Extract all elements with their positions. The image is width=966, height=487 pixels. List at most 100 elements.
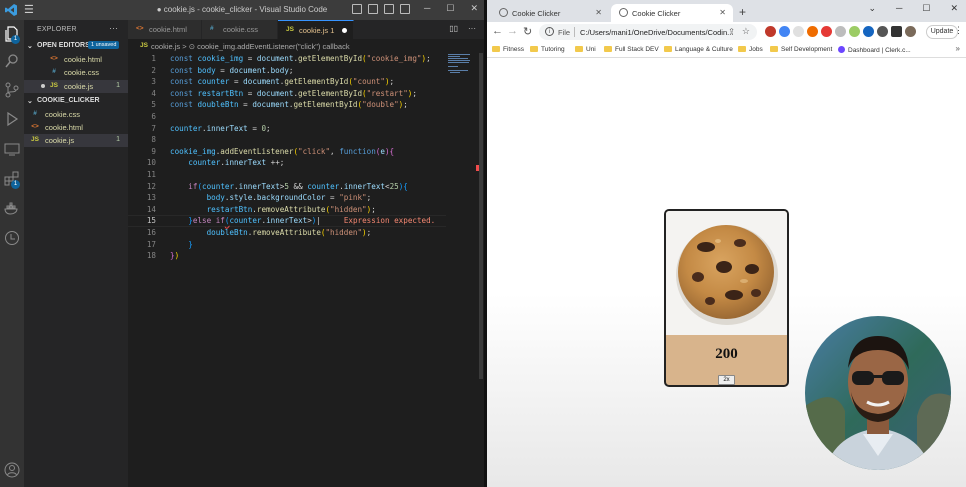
code-line: counter.innerText ++; (188, 158, 285, 168)
timeline-icon[interactable] (4, 230, 20, 246)
open-editor-item[interactable]: <> cookie.html (24, 53, 128, 66)
open-editor-item[interactable]: # cookie.css (24, 66, 128, 79)
webcam-overlay (805, 316, 951, 470)
bookmark-folder[interactable]: Language & Culture (664, 46, 733, 53)
toggle-sidebar-icon[interactable] (352, 4, 362, 14)
open-editor-item-active[interactable]: JS cookie.js 1 (24, 80, 128, 93)
extension-icon[interactable] (821, 26, 832, 37)
avatar[interactable] (905, 26, 916, 37)
folder-icon (738, 46, 746, 52)
extension-icon[interactable] (807, 26, 818, 37)
tab-cookie-js[interactable]: JS cookie.js 1 (278, 20, 354, 39)
vscode-window: ☰ ● cookie.js - cookie_clicker - Visual … (0, 0, 484, 487)
bookmark-folder[interactable]: Tutoring (530, 46, 565, 53)
share-icon[interactable]: ⇪ (728, 27, 735, 36)
maximize-icon[interactable]: ☐ (922, 3, 930, 14)
extension-icon[interactable] (835, 26, 846, 37)
docker-icon[interactable] (4, 200, 20, 216)
code-line: counter.innerText = 0; (170, 123, 271, 133)
bookmark-star-icon[interactable]: ☆ (742, 26, 750, 37)
extension-icon[interactable] (793, 26, 804, 37)
line-number: 17 (146, 239, 156, 249)
bookmark-folder[interactable]: Jobs (738, 46, 763, 53)
line-number: 7 (151, 123, 156, 133)
explorer-badge: 1 (11, 35, 20, 44)
run-debug-icon[interactable] (4, 111, 20, 127)
close-icon[interactable]: ✕ (470, 3, 478, 14)
close-icon[interactable]: ✕ (950, 3, 958, 14)
folder-icon (770, 46, 778, 52)
extension-icon[interactable] (863, 26, 874, 37)
minimize-icon[interactable]: ─ (424, 3, 430, 14)
vscode-titlebar: ☰ ● cookie.js - cookie_clicker - Visual … (0, 0, 484, 20)
unsaved-badge: 1 unsaved (88, 41, 120, 49)
bookmarks-overflow-icon[interactable]: » (956, 44, 960, 53)
address-bar[interactable]: i File C:/Users/mani1/OneDrive/Documents… (539, 24, 757, 40)
cookie-image[interactable] (666, 211, 787, 335)
minimize-icon[interactable]: ─ (896, 3, 902, 14)
inline-error-message: Expression expected. (343, 216, 436, 226)
reload-icon[interactable]: ↻ (523, 25, 532, 38)
browser-tab[interactable]: Cookie Clicker ✕ (491, 4, 609, 22)
close-tab-icon[interactable]: ✕ (595, 8, 602, 17)
bookmark-folder[interactable]: Uni (575, 46, 596, 53)
more-actions-icon[interactable]: ··· (109, 23, 118, 33)
toggle-secondary-sidebar-icon[interactable] (384, 4, 394, 14)
editor-tabs: <> cookie.html # cookie.css JS cookie.js… (128, 20, 484, 39)
customize-layout-icon[interactable] (400, 4, 410, 14)
folder-section[interactable]: ⌄ COOKIE_CLICKER (24, 95, 128, 107)
close-tab-icon[interactable]: ✕ (719, 8, 726, 17)
code-line: restartBtn.removeAttribute("hidden"); (206, 204, 376, 214)
code-editor[interactable]: 1 const cookie_img = document.getElement… (128, 53, 484, 487)
more-actions-icon[interactable]: ··· (468, 24, 476, 33)
puzzle-icon[interactable] (877, 26, 888, 37)
double-button[interactable]: 2x (718, 375, 735, 385)
account-icon[interactable] (4, 462, 20, 478)
js-file-icon: JS (50, 82, 58, 89)
line-number: 4 (151, 88, 156, 98)
code-line: doubleBtn.removeAttribute("hidden"); (206, 228, 372, 237)
extension-icon[interactable] (849, 26, 860, 37)
sidepanel-icon[interactable] (891, 26, 902, 37)
unsaved-dot-icon (41, 84, 45, 88)
search-icon[interactable] (4, 53, 20, 69)
tab-cookie-css[interactable]: # cookie.css (202, 20, 278, 39)
unsaved-dot-icon[interactable] (342, 28, 347, 33)
folder-icon (492, 46, 500, 52)
source-control-icon[interactable] (4, 82, 20, 98)
file-item[interactable]: <> cookie.html (24, 121, 128, 134)
scrollbar-track[interactable] (479, 53, 483, 379)
line-number: 12 (146, 181, 156, 191)
toggle-panel-icon[interactable] (368, 4, 378, 14)
extension-icon[interactable] (765, 26, 776, 37)
browser-tab-active[interactable]: Cookie Clicker ✕ (611, 4, 733, 22)
line-number: 1 (151, 54, 156, 63)
breadcrumb-path[interactable]: cookie.js > ⊙ cookie_img.addEventListene… (151, 42, 350, 51)
line-number: 16 (146, 228, 156, 237)
file-item-active[interactable]: JS cookie.js 1 (24, 134, 128, 147)
chevron-down-icon[interactable]: ⌄ (868, 3, 876, 14)
tab-cookie-html[interactable]: <> cookie.html (128, 20, 202, 39)
code-line: const doubleBtn = document.getElementByI… (170, 100, 408, 110)
js-file-icon: JS (31, 136, 39, 143)
bookmark-folder[interactable]: Self Development (770, 46, 832, 53)
forward-icon[interactable]: → (507, 25, 518, 37)
file-item[interactable]: # cookie.css (24, 108, 128, 121)
window-title: ● cookie.js - cookie_clicker - Visual St… (156, 5, 328, 14)
browser-toolbar: ← → ↻ i File C:/Users/mani1/OneDrive/Doc… (487, 22, 966, 42)
split-editor-icon[interactable]: ▯▯ (449, 24, 458, 33)
bookmark-folder[interactable]: Fitness (492, 46, 524, 53)
url-text: C:/Users/mani1/OneDrive/Documents/Codin.… (580, 28, 734, 37)
maximize-icon[interactable]: ☐ (446, 3, 454, 14)
new-tab-icon[interactable]: + (739, 5, 746, 19)
back-icon[interactable]: ← (492, 25, 503, 37)
open-editors-section[interactable]: ⌄ OPEN EDITORS 1 unsaved (24, 40, 128, 52)
bookmark-folder[interactable]: Full Stack DEV (604, 46, 659, 53)
minimap[interactable] (446, 53, 474, 75)
extension-icon[interactable] (779, 26, 790, 37)
extensions-badge: 1 (11, 180, 20, 189)
layout-controls (352, 4, 410, 14)
bookmark-link[interactable]: Dashboard | Clerk.c... (838, 46, 911, 54)
remote-explorer-icon[interactable] (4, 141, 20, 157)
more-menu-icon[interactable]: ⋮ (954, 25, 963, 36)
